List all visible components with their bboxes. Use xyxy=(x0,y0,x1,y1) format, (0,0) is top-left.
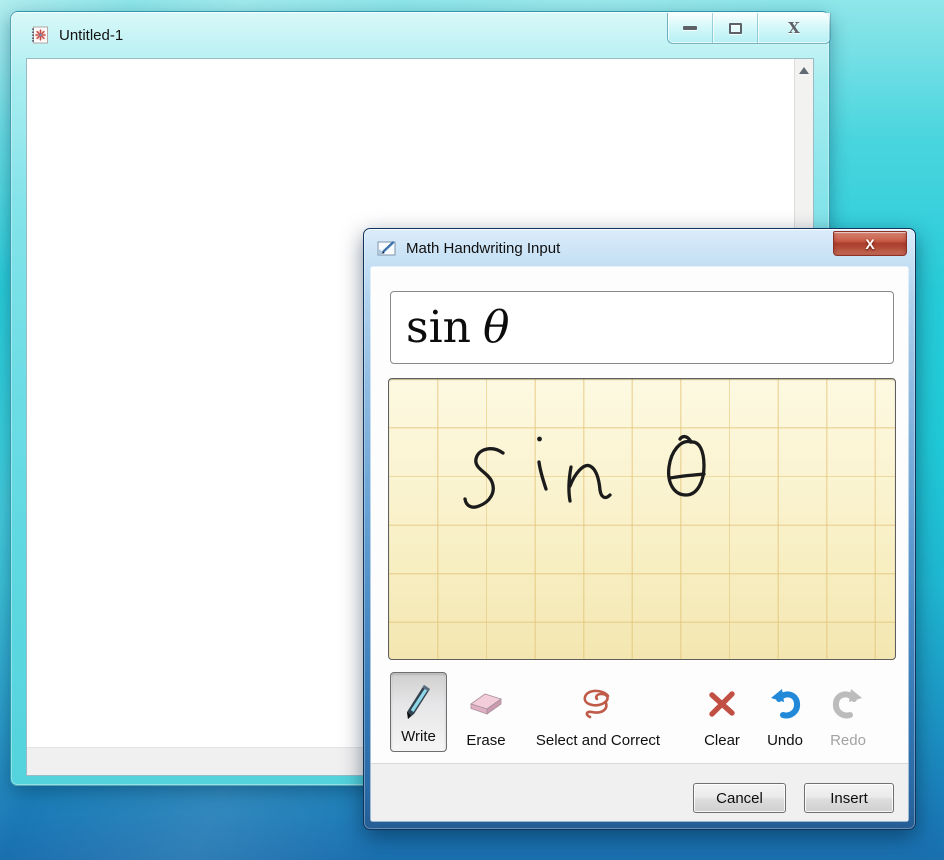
clear-tool-button[interactable]: Clear xyxy=(692,672,752,752)
select-and-correct-label: Select and Correct xyxy=(536,730,660,752)
i-dot xyxy=(537,437,542,442)
erase-label: Erase xyxy=(466,730,505,752)
dialog-footer: Cancel Insert xyxy=(371,763,908,821)
cancel-button[interactable]: Cancel xyxy=(693,783,786,813)
write-label: Write xyxy=(401,726,436,748)
close-icon: X xyxy=(865,236,874,252)
dialog-title: Math Handwriting Input xyxy=(406,240,560,257)
cancel-label: Cancel xyxy=(716,790,763,807)
undo-label: Undo xyxy=(767,730,803,752)
recognition-preview: sin θ xyxy=(390,291,894,364)
main-window-title: Untitled-1 xyxy=(59,27,123,44)
redo-button[interactable]: Redo xyxy=(820,672,876,752)
preview-variable: θ xyxy=(483,302,510,353)
ink-strokes xyxy=(389,379,896,660)
desktop: Untitled-1 X xyxy=(0,0,944,860)
erase-tool-button[interactable]: Erase xyxy=(455,672,517,752)
select-and-correct-tool-button[interactable]: Select and Correct xyxy=(518,672,678,752)
maximize-icon xyxy=(729,23,742,34)
preview-function: sin xyxy=(406,302,471,353)
eraser-icon xyxy=(468,691,504,717)
pen-icon xyxy=(405,684,432,721)
scratchpad-app-icon xyxy=(31,26,49,44)
clear-label: Clear xyxy=(704,730,740,752)
window-controls: X xyxy=(667,13,831,44)
dialog-client-area: sin θ xyxy=(371,267,908,821)
maximize-button[interactable] xyxy=(713,13,758,43)
math-handwriting-dialog: Math Handwriting Input X sin θ xyxy=(363,228,916,830)
handwriting-input-icon xyxy=(377,240,397,257)
handwriting-canvas[interactable] xyxy=(388,378,896,660)
redo-label: Redo xyxy=(830,730,866,752)
close-button[interactable]: X xyxy=(758,13,830,43)
redo-arrow-icon xyxy=(832,688,864,720)
close-icon: X xyxy=(788,19,800,37)
minimize-button[interactable] xyxy=(668,13,713,43)
lasso-icon xyxy=(577,687,619,721)
insert-label: Insert xyxy=(830,790,868,807)
undo-arrow-icon xyxy=(769,688,801,720)
write-tool-button[interactable]: Write xyxy=(390,672,447,752)
scroll-up-icon[interactable] xyxy=(799,67,809,74)
insert-button[interactable]: Insert xyxy=(804,783,894,813)
undo-button[interactable]: Undo xyxy=(757,672,813,752)
minimize-icon xyxy=(683,26,697,30)
clear-x-icon xyxy=(707,689,737,719)
dialog-close-button[interactable]: X xyxy=(833,231,907,256)
